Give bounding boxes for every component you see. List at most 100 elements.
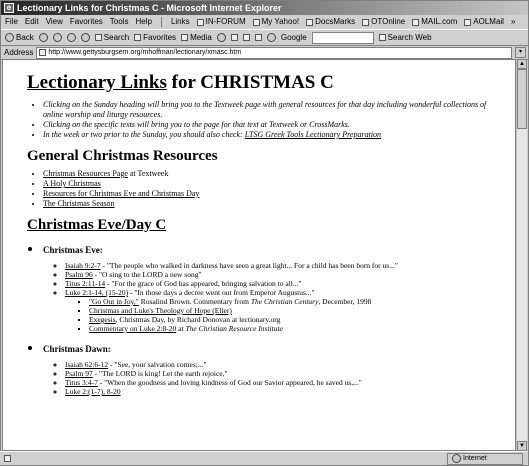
luke-2-dawn-link[interactable]: Luke 2:(1-7), 8-20 [65,387,121,396]
titus-2-link[interactable]: Titus 2:11-14 [65,279,105,288]
vertical-scrollbar[interactable]: ▲ ▼ [516,59,527,451]
scroll-down-arrow-icon[interactable]: ▼ [517,441,527,451]
link-mail-com[interactable]: MAIL.com [412,15,457,29]
mail-button[interactable] [230,34,238,41]
print-button[interactable] [242,34,250,41]
search-web-button[interactable]: Search Web [378,30,432,45]
link-my-yahoo[interactable]: My Yahoo! [252,15,299,29]
back-button[interactable]: Back [5,30,34,45]
zone-indicator: Internet [447,452,523,465]
reading-text: - "The LORD is king! Let the earth rejoi… [92,369,228,378]
reading-item: Titus 3:4-7 - "When the goodness and lov… [65,378,507,387]
link-docsmarks[interactable]: DocsMarks [306,15,355,29]
menu-favorites[interactable]: Favorites [70,15,103,29]
commentary-item: Commentary on Luke 2:8-20 at The Christi… [89,324,507,333]
page-title: Lectionary Links for CHRISTMAS C [27,72,507,94]
christmas-eve-day-heading[interactable]: Christmas Eve/Day C [27,217,507,234]
back-label: Back [16,33,34,42]
media-icon [181,34,189,41]
refresh-button[interactable] [66,33,76,42]
menu-view[interactable]: View [46,15,63,29]
edit-button[interactable] [254,34,262,41]
christmas-season-link[interactable]: The Christmas Season [43,199,115,208]
stop-button[interactable] [52,33,62,42]
services-list: Christmas Eve: Isaiah 9:2-7 - "The peopl… [27,240,507,396]
forward-button[interactable] [38,33,48,42]
isaiah-62-link[interactable]: Isaiah 62:6-12 [65,360,108,369]
address-url: http://www.gettysburgsem.org/mhoffman/le… [48,48,242,56]
page-content: Lectionary Links for CHRISTMAS C Clickin… [2,59,516,451]
dawn-readings: Isaiah 62:6-12 - "See, your salvation co… [43,360,507,396]
menu-edit[interactable]: Edit [25,15,39,29]
status-bar: Internet [0,451,527,465]
link-otonline[interactable]: OTOnline [362,15,405,29]
commentary-item: Exegesis, Christmas Day, by Richard Dono… [89,315,507,324]
reading-item: Isaiah 62:6-12 - "See, your salvation co… [65,360,507,369]
address-label: Address [4,48,34,57]
exegesis-link[interactable]: Exegesis [89,315,116,324]
theology-of-hope-link[interactable]: Christmas and Luke's Theology of Hope (E… [89,306,232,315]
commentary-text: Rosalind Brown. Commentary from [138,297,251,306]
resource-item: A Holy Christmas [43,179,507,189]
link-in-forum-label: IN-FORUM [205,17,246,26]
page-icon [412,18,420,26]
back-arrow-icon [5,33,14,42]
page-icon [362,18,370,26]
isaiah-9-link[interactable]: Isaiah 9:2-7 [65,261,101,270]
media-label: Media [190,33,212,42]
intro-item-1: Clicking on the Sunday heading will brin… [43,100,507,120]
history-button[interactable] [216,33,226,42]
link-otonline-label: OTOnline [371,17,406,26]
luke-2-8-commentary-link[interactable]: Commentary on Luke 2:8-20 [89,324,176,333]
scroll-up-arrow-icon[interactable]: ▲ [517,59,527,69]
christmas-resources-link[interactable]: Christmas Resources Page [43,169,128,178]
dawn-label: Christmas Dawn: [43,344,111,354]
home-button[interactable] [80,33,90,42]
menu-file[interactable]: File [5,15,18,29]
link-aolmail-label: AOLMail [473,17,504,26]
intro-item-3-text: In the week or two prior to the Sunday, … [43,130,245,139]
psalm-96-link[interactable]: Psalm 96 [65,270,93,279]
google-search-input[interactable] [311,31,374,44]
links-more-chevron[interactable]: » [511,15,515,29]
page-icon [252,18,260,26]
holy-christmas-link[interactable]: A Holy Christmas [43,179,101,188]
eve-label: Christmas Eve: [43,245,103,255]
eve-and-day-link[interactable]: Resources for Christmas Eve and Christma… [43,189,199,198]
menu-help[interactable]: Help [135,15,151,29]
go-out-in-joy-link[interactable]: "Go Out in Joy," [89,297,139,306]
reading-item: Titus 2:11-14 - "For the grace of God ha… [65,279,507,288]
link-in-forum[interactable]: IN-FORUM [196,15,246,29]
page-icon [306,18,314,26]
luke-2-link[interactable]: Luke 2:1-14, (15-20) [65,288,128,297]
intro-list: Clicking on the Sunday heading will brin… [27,100,507,140]
links-label: Links [170,17,190,26]
media-button[interactable]: Media [181,30,212,45]
favorites-button[interactable]: Favorites [134,30,176,45]
reading-item: Psalm 96 - "O sing to the LORD a new son… [65,270,507,279]
globe-icon [452,454,461,463]
reading-text: - "See, your salvation comes;..." [108,360,207,369]
page-icon [464,18,472,26]
ltsg-link[interactable]: LTSG Greek Tools Lectionary Preparation [245,130,381,139]
resource-item: Resources for Christmas Eve and Christma… [43,189,507,199]
page-loaded-icon [4,455,11,462]
google-label: Google [280,33,307,42]
scroll-thumb[interactable] [517,69,527,129]
menu-tools[interactable]: Tools [110,15,129,29]
psalm-97-link[interactable]: Psalm 97 [65,369,93,378]
titus-3-link[interactable]: Titus 3:4-7 [65,378,98,387]
link-aolmail[interactable]: AOLMail [464,15,504,29]
address-input[interactable]: http://www.gettysburgsem.org/mhoffman/le… [36,46,512,59]
reading-item: Luke 2:1-14, (15-20) - "In those days a … [65,288,507,333]
discuss-button[interactable] [266,33,276,42]
link-docsmarks-label: DocsMarks [315,17,356,26]
commentary-item: Christmas and Luke's Theology of Hope (E… [89,306,507,315]
title-link[interactable]: Lectionary Links [27,72,167,93]
luke-commentary-list: "Go Out in Joy," Rosalind Brown. Comment… [65,297,507,333]
toolbar: Back Search Favorites Media Google Searc… [1,30,528,46]
zone-label: Internet [463,454,487,462]
commentary-item: "Go Out in Joy," Rosalind Brown. Comment… [89,297,507,306]
search-button[interactable]: Search [94,30,129,45]
address-dropdown-button[interactable]: ▾ [515,47,526,58]
